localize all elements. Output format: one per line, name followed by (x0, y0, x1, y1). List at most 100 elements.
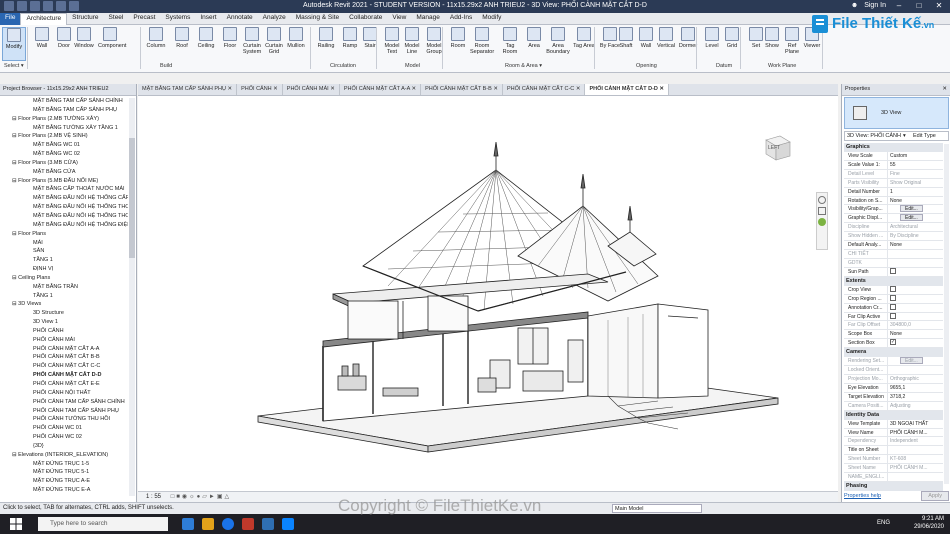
type-selector[interactable]: 3D View (844, 97, 949, 129)
tool-tag-room-button[interactable]: Tag Room (498, 27, 522, 61)
browser-view-item[interactable]: MẶT BẰNG WC 01 (0, 141, 128, 150)
view-tab[interactable]: PHỐI CẢNH MẶT CẮT A-A ✕ (340, 84, 422, 95)
browser-category[interactable]: ⊟ Floor Plans (2.MB TƯỜNG XÂY) (0, 115, 128, 124)
ribbon-tab-precast[interactable]: Precast (128, 13, 160, 25)
browser-view-item[interactable]: SÂN (0, 247, 128, 256)
property-value[interactable]: Adjusting (888, 402, 943, 410)
tool-ceiling-button[interactable]: Ceiling (194, 27, 218, 61)
tool-area-boundary-button[interactable]: Area Boundary (546, 27, 570, 61)
tool-stair-button[interactable]: Stair (358, 27, 382, 61)
browser-view-item[interactable]: MẶT BẰNG TAM CẤP SẢNH CHÍNH (0, 97, 128, 106)
property-value[interactable]: 3718,2 (888, 393, 943, 401)
active-workset-select[interactable]: Main Model (612, 504, 702, 513)
chrome-icon[interactable] (222, 518, 234, 530)
view-scale[interactable]: 1 : 55 (146, 494, 161, 500)
close-icon[interactable]: ✕ (942, 86, 947, 92)
property-value[interactable] (888, 250, 943, 258)
property-checkbox[interactable] (888, 303, 943, 312)
browser-view-item[interactable]: MẶT BẰNG CẤP THOÁT NƯỚC MÁI (0, 185, 128, 194)
properties-help-link[interactable]: Properties help (844, 493, 881, 499)
tool-vertical-button[interactable]: Vertical (654, 27, 678, 61)
browser-view-item[interactable]: 3D View 1 (0, 318, 128, 327)
tool-column-button[interactable]: Column (144, 27, 168, 61)
browser-category[interactable]: ⊟ Ceiling Plans (0, 274, 128, 283)
tool-model-line-button[interactable]: Model Line (400, 27, 424, 61)
browser-view-item[interactable]: MẶT ĐỨNG TRỤC 5-1 (0, 468, 128, 477)
properties-section-header[interactable]: Identity Data (844, 410, 943, 420)
edit-button[interactable]: Edit... (900, 205, 923, 213)
property-value[interactable]: 55 (888, 161, 943, 169)
revit-taskbar-icon[interactable] (262, 518, 274, 530)
browser-view-item[interactable]: MẶT BẰNG TAM CẤP SẢNH PHỤ (0, 106, 128, 115)
property-value[interactable]: Architectural (888, 223, 943, 231)
taskbar-search-input[interactable]: Type here to search (38, 517, 168, 531)
view-tab[interactable]: PHỐI CẢNH MẶT CẮT B-B ✕ (421, 84, 503, 95)
property-value[interactable]: PHỐI CẢNH M... (888, 429, 943, 437)
edit-button[interactable]: Edit... (900, 357, 923, 365)
tool-tag-area-button[interactable]: Tag Area (572, 27, 596, 61)
property-value[interactable]: Orthographic (888, 375, 943, 383)
browser-view-item[interactable]: PHỐI CẢNH TAM CẤP SẢNH PHỤ (0, 407, 128, 416)
checkbox[interactable] (890, 312, 896, 319)
ribbon-tab-manage[interactable]: Manage (411, 13, 445, 25)
property-edit-cell[interactable]: Edit... (888, 205, 943, 213)
browser-view-item[interactable]: MẶT BẰNG WC 02 (0, 150, 128, 159)
browser-category[interactable]: ⊟ Floor Plans (5.MB ĐẤU NỐI ME) (0, 177, 128, 186)
browser-view-item[interactable]: TẦNG 1 (0, 292, 128, 301)
properties-section-header[interactable]: Extents (844, 276, 943, 286)
project-browser-scrollbar[interactable] (129, 98, 135, 496)
browser-view-item[interactable]: ĐỊNH VỊ (0, 265, 128, 274)
input-language[interactable]: ENG (877, 520, 890, 526)
property-value[interactable]: Independent (888, 437, 943, 445)
close-tab-icon[interactable]: ✕ (272, 86, 278, 92)
browser-view-item[interactable]: TẦNG 1 (0, 256, 128, 265)
user-icon[interactable]: ☻ (851, 2, 858, 9)
property-value[interactable] (888, 446, 943, 454)
tool-room-button[interactable]: Room (446, 27, 470, 61)
steering-wheel-icon[interactable] (818, 196, 826, 204)
tool-window-button[interactable]: Window (72, 27, 96, 61)
sign-in-link[interactable]: Sign In (864, 2, 886, 9)
close-button[interactable]: ✕ (932, 1, 946, 10)
view-cube[interactable]: LEFT (758, 130, 794, 164)
ribbon-tab-massing-site[interactable]: Massing & Site (291, 13, 344, 25)
app-icon[interactable] (242, 518, 254, 530)
tool-railing-button[interactable]: Railing (314, 27, 338, 61)
close-tab-icon[interactable]: ✕ (410, 86, 416, 92)
properties-section-header[interactable]: Graphics (844, 143, 943, 152)
browser-view-item[interactable]: MẶT BẰNG TƯỜNG XÂY TẦNG 1 (0, 124, 128, 133)
view-tab[interactable]: PHỐI CẢNH ✕ (237, 84, 283, 95)
browser-view-item[interactable]: PHỐI CẢNH MẶT CẮT C-C (0, 362, 128, 371)
checkbox[interactable] (890, 285, 896, 292)
view-tab[interactable]: PHỐI CẢNH MẶT CẮT C-C ✕ (503, 84, 586, 95)
tool-wall-button[interactable]: Wall (30, 27, 54, 61)
property-checkbox[interactable] (888, 285, 943, 294)
browser-view-item[interactable]: MẶT BẰNG ĐẤU NỐI HỆ THỐNG ĐIỆN (0, 221, 128, 230)
ribbon-tab-annotate[interactable]: Annotate (222, 13, 258, 25)
orbit-icon[interactable] (818, 218, 826, 226)
property-value[interactable]: Fine (888, 170, 943, 178)
property-value[interactable]: None (888, 197, 943, 205)
property-value[interactable]: PHỐI CẢNH M... (888, 464, 943, 472)
property-value[interactable]: None (888, 241, 943, 249)
browser-view-item[interactable]: MẶT ĐỨNG TRỤC E-A (0, 486, 128, 495)
ribbon-tab-insert[interactable]: Insert (195, 13, 221, 25)
task-view-icon[interactable] (182, 518, 194, 530)
property-edit-cell[interactable]: Edit... (888, 214, 943, 222)
browser-category[interactable]: ⊟ Floor Plans (3.MB CỬA) (0, 159, 128, 168)
checkbox[interactable]: ✓ (890, 339, 896, 346)
browser-view-item[interactable]: PHỐI CẢNH WC 01 (0, 424, 128, 433)
checkbox[interactable] (890, 268, 896, 275)
property-value[interactable]: 304800,0 (888, 321, 943, 329)
browser-view-item[interactable]: PHỐI CẢNH NỘI THẤT (0, 389, 128, 398)
system-clock[interactable]: 9:21 AM 29/06/2020 (914, 516, 944, 531)
close-tab-icon[interactable]: ✕ (492, 86, 498, 92)
property-checkbox[interactable] (888, 268, 943, 276)
browser-view-item[interactable]: PHỐI CẢNH MẶT CẮT D-D (0, 371, 128, 380)
minimize-button[interactable]: – (892, 1, 906, 10)
browser-category[interactable]: ⊟ 3D Views (0, 300, 128, 309)
close-tab-icon[interactable]: ✕ (574, 86, 581, 92)
tool-mullion-button[interactable]: Mullion (284, 27, 308, 61)
property-value[interactable]: None (888, 330, 943, 338)
edit-button[interactable]: Edit... (900, 214, 923, 222)
